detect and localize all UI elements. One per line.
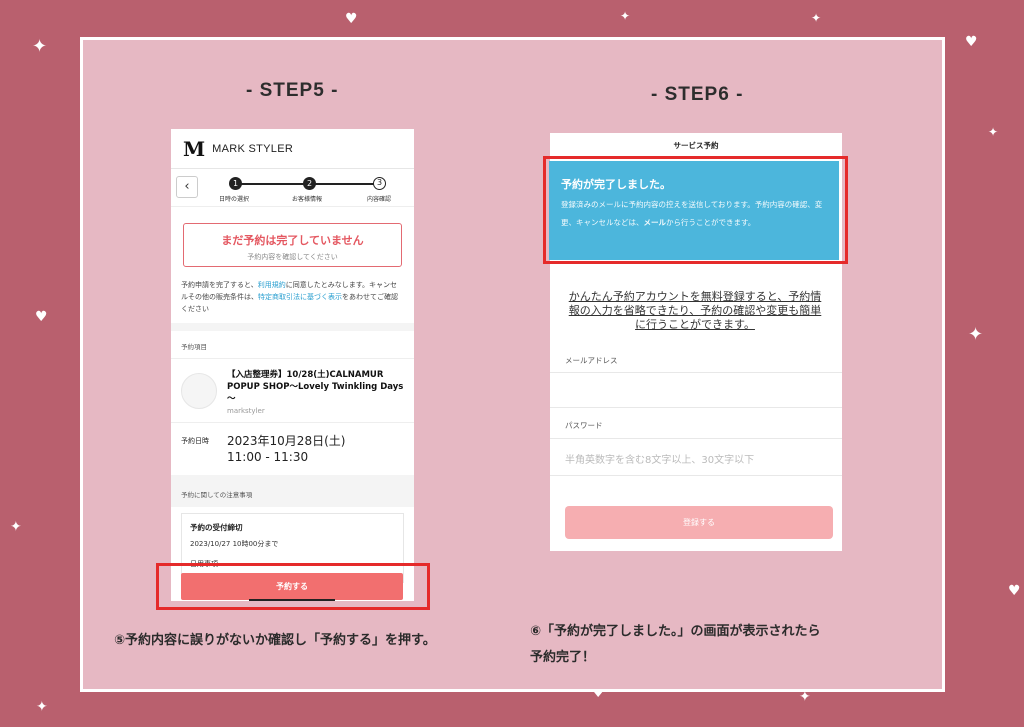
sparkle-icon: ✦ bbox=[988, 125, 999, 139]
terms-text-1: 予約申請を完了すると、 bbox=[181, 281, 258, 289]
terms-of-use-link[interactable]: 利用規約 bbox=[258, 281, 286, 289]
password-label: パスワード bbox=[565, 421, 603, 430]
notice-title: 予約の受付締切 bbox=[190, 523, 243, 532]
reservation-datetime: 予約日時 2023年10月28日(土) 11:00 - 11:30 bbox=[171, 423, 414, 475]
heart-icon: ♥ bbox=[1008, 583, 1021, 599]
step5-heading: - STEP5 - bbox=[246, 80, 339, 101]
step5-caption: ⑤予約内容に誤りがないか確認し「予約する」を押す。 bbox=[114, 633, 436, 648]
shop-avatar bbox=[181, 373, 217, 409]
email-field[interactable] bbox=[550, 372, 842, 408]
email-label: メールアドレス bbox=[565, 356, 618, 365]
time-value: 11:00 - 11:30 bbox=[227, 450, 309, 464]
date-value: 2023年10月28日(土) bbox=[227, 434, 346, 448]
heart-icon: ♥ bbox=[345, 11, 358, 27]
progress-steps: ‹ 1 2 3 日時の選択 お客様情報 内容確認 bbox=[171, 169, 414, 207]
sparkle-icon: ✦ bbox=[799, 689, 811, 705]
item-shop: markstyler bbox=[227, 407, 265, 415]
warning-title: まだ予約は完了していません bbox=[221, 234, 364, 247]
warning-subtitle: 予約内容を確認してください bbox=[247, 253, 338, 261]
section-label-items: 予約項目 bbox=[171, 331, 414, 359]
terms-text: 予約申請を完了すると、利用規約に同意したとみなします。キャンセルその他の販売条件… bbox=[171, 267, 414, 323]
section-divider bbox=[171, 475, 414, 483]
back-button[interactable]: ‹ bbox=[176, 176, 198, 198]
section-divider bbox=[171, 323, 414, 331]
step-1-marker: 1 bbox=[229, 177, 242, 190]
step5-phone-screen: M MARK STYLER ‹ 1 2 3 日時の選択 お客様情報 内容確認 ま… bbox=[171, 129, 414, 601]
highlight-box-reserve bbox=[156, 563, 430, 610]
sparkle-icon: ✦ bbox=[968, 324, 984, 345]
password-placeholder: 半角英数字を含む8文字以上、30文字以下 bbox=[565, 455, 755, 466]
chevron-left-icon: ‹ bbox=[184, 179, 190, 194]
item-title: 【入店整理券】10/28(土)CALNAMUR POPUP SHOP～Lovel… bbox=[227, 370, 404, 404]
reservation-item: 【入店整理券】10/28(土)CALNAMUR POPUP SHOP～Lovel… bbox=[171, 359, 414, 423]
step-1-label: 日時の選択 bbox=[219, 196, 250, 203]
step6-heading: - STEP6 - bbox=[651, 84, 744, 105]
notice-body: 2023/10/27 10時00分まで bbox=[190, 540, 279, 548]
sparkle-icon: ✦ bbox=[811, 11, 822, 25]
sparkle-icon: ✦ bbox=[32, 36, 48, 57]
step6-caption-line2: 予約完了！ bbox=[530, 650, 596, 665]
account-promo-link[interactable]: かんたん予約アカウントを無料登録すると、予約情報の入力を省略できたり、予約の確認… bbox=[565, 290, 825, 332]
step-3-marker: 3 bbox=[373, 177, 386, 190]
step6-caption-line1: ⑥「予約が完了しました。」の画面が表示されたら bbox=[530, 624, 821, 639]
commercial-law-link[interactable]: 特定商取引法に基づく表示 bbox=[258, 293, 342, 301]
app-header: M MARK STYLER bbox=[171, 129, 414, 169]
sparkle-icon: ✦ bbox=[620, 9, 631, 23]
step-2-marker: 2 bbox=[303, 177, 316, 190]
sparkle-icon: ✦ bbox=[36, 699, 48, 715]
heart-icon: ♥ bbox=[35, 309, 48, 325]
sparkle-icon: ✦ bbox=[10, 519, 22, 535]
heart-icon: ♥ bbox=[965, 34, 978, 50]
highlight-box-complete bbox=[543, 156, 848, 264]
step-2-label: お客様情報 bbox=[292, 196, 323, 203]
not-complete-warning: まだ予約は完了していません 予約内容を確認してください bbox=[183, 223, 402, 267]
register-button[interactable]: 登録する bbox=[565, 506, 833, 539]
password-field[interactable]: 半角英数字を含む8文字以上、30文字以下 bbox=[550, 438, 842, 476]
section-label-notes: 予約に関しての注意事項 bbox=[171, 483, 414, 507]
brand-logo: M bbox=[183, 136, 206, 161]
date-label: 予約日時 bbox=[181, 437, 209, 445]
step-3-label: 内容確認 bbox=[367, 196, 392, 203]
brand-name: MARK STYLER bbox=[212, 142, 294, 155]
